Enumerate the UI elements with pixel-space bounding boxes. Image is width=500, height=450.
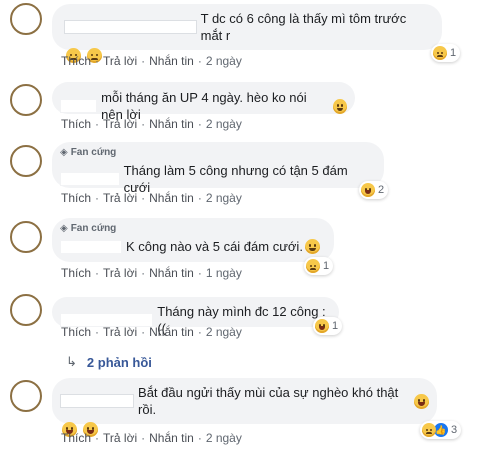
avatar[interactable]	[10, 221, 42, 253]
message-link[interactable]: Nhắn tin	[149, 117, 194, 131]
laugh-emoji-icon	[361, 183, 375, 197]
replies-count: 2 phản hồi	[86, 354, 152, 370]
author-name-redacted[interactable]	[60, 99, 98, 113]
avatar[interactable]	[10, 380, 42, 412]
timestamp[interactable]: 2 ngày	[206, 325, 242, 339]
view-replies-link[interactable]: ↳ 2 phản hồi	[66, 354, 152, 370]
reply-link[interactable]: Trả lời	[103, 117, 137, 131]
avatar[interactable]	[10, 294, 42, 326]
message-link[interactable]: Nhắn tin	[149, 266, 194, 280]
message-link[interactable]: Nhắn tin	[149, 191, 194, 205]
reply-link[interactable]: Trả lời	[103, 54, 137, 68]
comment-text: T dc có 6 công là thấy mì tôm trước mắt …	[200, 11, 407, 43]
like-link[interactable]: Thích	[61, 117, 91, 131]
author-name-redacted[interactable]	[60, 394, 135, 408]
timestamp[interactable]: 2 ngày	[206, 191, 242, 205]
author-name-redacted[interactable]	[60, 239, 122, 254]
diamond-icon: ◈	[60, 147, 68, 158]
comment-actions: Thích · Trả lời · Nhắn tin · 2 ngày	[61, 117, 242, 131]
comment-bubble: T dc có 6 công là thấy mì tôm trước mắt …	[52, 4, 442, 64]
timestamp[interactable]: 2 ngày	[206, 431, 242, 445]
like-link[interactable]: Thích	[61, 325, 91, 339]
timestamp[interactable]: 2 ngày	[206, 54, 242, 68]
comment-bubble: ◈ Fan cứng K công nào và 5 cái đám cưới.	[52, 218, 334, 262]
fan-badge: ◈ Fan cứng	[60, 146, 376, 159]
comment-bubble: mỗi tháng ăn UP 4 ngày. hèo ko nói nên l…	[52, 82, 355, 122]
reaction-summary[interactable]: 1	[304, 257, 334, 275]
avatar[interactable]	[10, 145, 42, 177]
comment-bubble: Tháng này mình đc 12 công :((	[52, 297, 339, 336]
reaction-count: 3	[451, 424, 458, 436]
reply-link[interactable]: Trả lời	[103, 325, 137, 339]
avatar[interactable]	[10, 3, 42, 35]
reaction-count: 1	[332, 320, 339, 332]
timestamp[interactable]: 1 ngày	[206, 266, 242, 280]
comment-actions: Thích · Trả lời · Nhắn tin · 2 ngày	[61, 325, 242, 339]
sad-emoji-icon	[422, 423, 436, 437]
reaction-count: 1	[323, 260, 330, 272]
reaction-summary[interactable]: 👍 3	[420, 421, 462, 439]
reply-arrow-icon: ↳	[66, 354, 77, 369]
reply-link[interactable]: Trả lời	[103, 266, 137, 280]
reaction-count: 1	[450, 47, 457, 59]
smile-emoji-icon	[304, 239, 320, 254]
comment-actions: Thích · Trả lời · Nhắn tin · 2 ngày	[61, 431, 242, 445]
like-link[interactable]: Thích	[61, 54, 91, 68]
reply-link[interactable]: Trả lời	[103, 431, 137, 445]
message-link[interactable]: Nhắn tin	[149, 325, 194, 339]
smile-emoji-icon	[333, 98, 347, 114]
reaction-summary[interactable]: 1	[431, 44, 461, 62]
sweat-smile-emoji-icon	[414, 393, 429, 409]
fan-badge: ◈ Fan cứng	[60, 222, 326, 235]
message-link[interactable]: Nhắn tin	[149, 54, 194, 68]
comment-actions: Thích · Trả lời · Nhắn tin · 2 ngày	[61, 191, 242, 205]
reaction-count: 2	[378, 184, 385, 196]
fan-badge-label: Fan cứng	[70, 223, 117, 234]
like-link[interactable]: Thích	[61, 191, 91, 205]
laugh-emoji-icon	[315, 319, 329, 333]
comment-bubble: Bắt đầu ngửi thấy mùi của sự nghèo khó t…	[52, 378, 437, 438]
avatar[interactable]	[10, 84, 42, 116]
message-link[interactable]: Nhắn tin	[149, 431, 194, 445]
fan-badge-label: Fan cứng	[70, 147, 117, 158]
author-name-redacted[interactable]	[60, 172, 120, 186]
reply-link[interactable]: Trả lời	[103, 191, 137, 205]
like-link[interactable]: Thích	[61, 266, 91, 280]
reaction-summary[interactable]: 2	[359, 181, 389, 199]
author-name-redacted[interactable]	[64, 20, 197, 34]
diamond-icon: ◈	[60, 223, 68, 234]
comment-actions: Thích · Trả lời · Nhắn tin · 2 ngày	[61, 54, 242, 68]
reaction-summary[interactable]: 1	[313, 317, 343, 335]
sad-emoji-icon	[306, 259, 320, 273]
comment-actions: Thích · Trả lời · Nhắn tin · 1 ngày	[61, 266, 242, 280]
like-link[interactable]: Thích	[61, 431, 91, 445]
comment-text: Bắt đầu ngửi thấy mùi của sự nghèo khó t…	[138, 385, 399, 417]
sad-emoji-icon	[433, 46, 447, 60]
comment-bubble: ◈ Fan cứng Tháng làm 5 công nhưng có tận…	[52, 142, 384, 195]
comment-text: K công nào và 5 cái đám cưới.	[126, 239, 303, 254]
timestamp[interactable]: 2 ngày	[206, 117, 242, 131]
